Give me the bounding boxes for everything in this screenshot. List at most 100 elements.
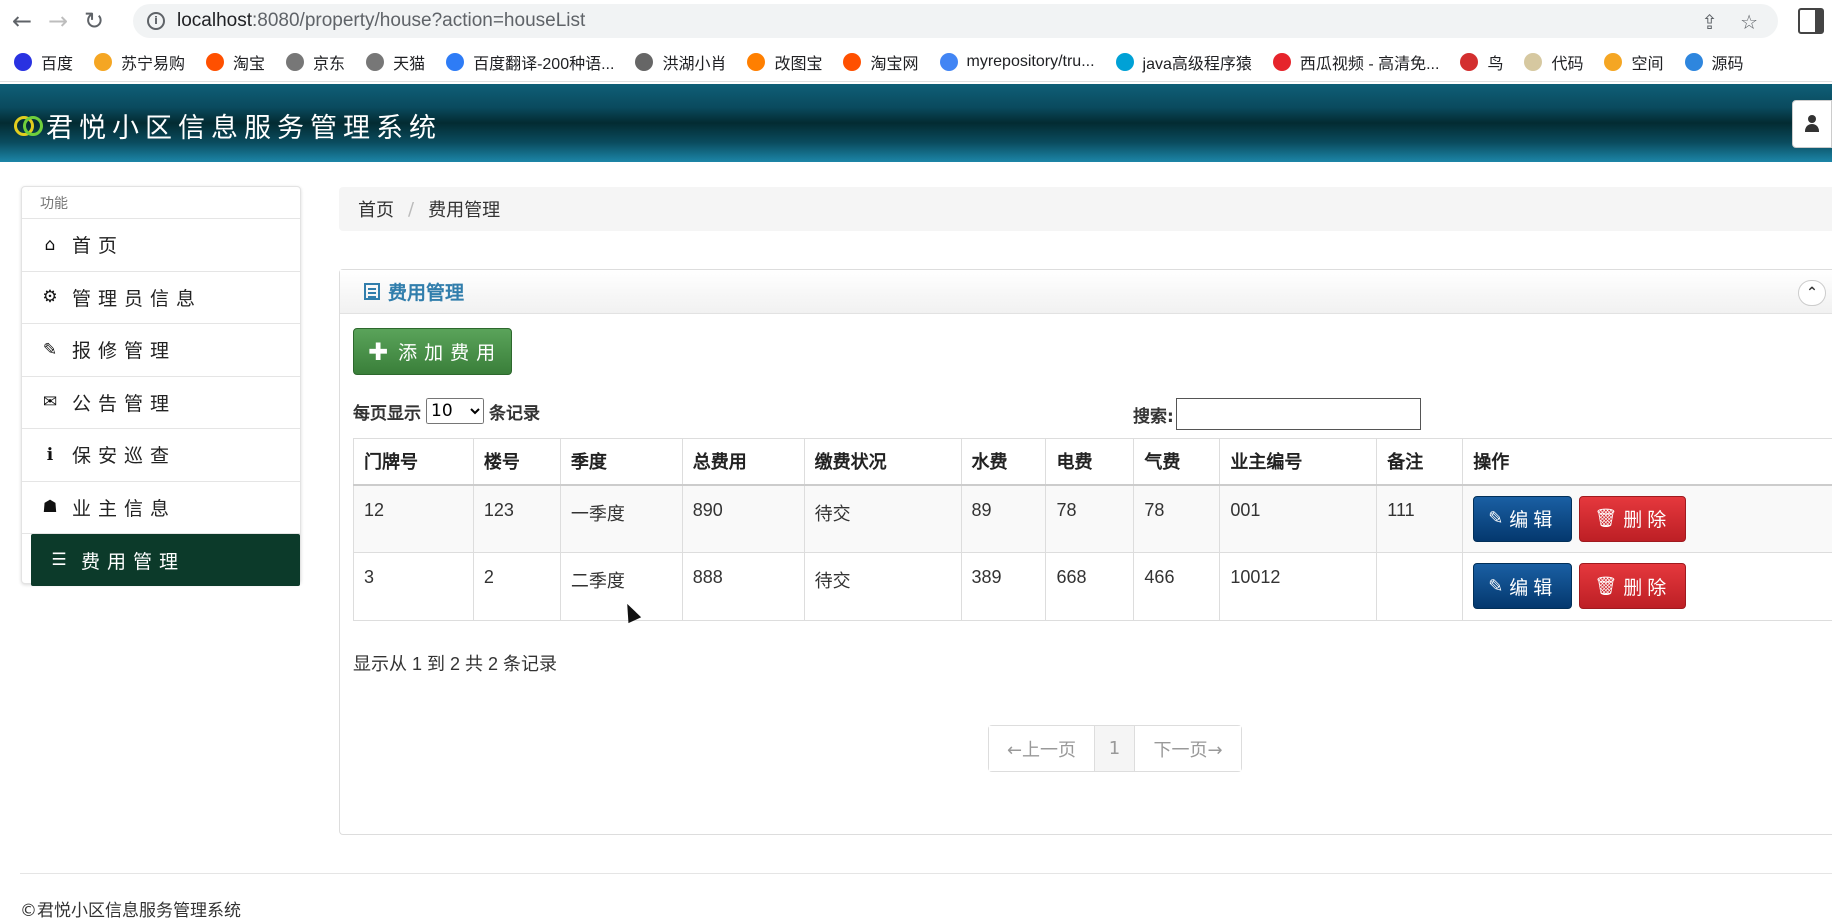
prev-page-button[interactable]: ←上一页 <box>989 726 1095 771</box>
bookmark-item[interactable]: 源码 <box>1685 50 1744 74</box>
side-panel-icon[interactable] <box>1798 8 1824 34</box>
user-menu-button[interactable] <box>1792 100 1832 148</box>
next-page-button[interactable]: 下一页→ <box>1135 726 1241 771</box>
table-cell: 10012 <box>1220 553 1377 621</box>
column-header[interactable]: 总费用 <box>682 439 804 485</box>
bookmark-favicon-icon <box>1460 53 1478 71</box>
bookmark-item[interactable]: 苏宁易购 <box>94 50 185 74</box>
delete-button[interactable]: 🗑删除 <box>1579 496 1686 542</box>
page-length-select[interactable]: 10 <box>426 398 484 424</box>
home-icon: ⌂ <box>40 235 60 255</box>
bookmark-item[interactable]: 西瓜视频 - 高清免... <box>1273 50 1440 74</box>
bookmark-item[interactable]: 百度 <box>14 50 73 74</box>
logo-icon <box>14 112 42 140</box>
page-length-control: 每页显示 10 条记录 <box>353 398 540 424</box>
column-header[interactable]: 水费 <box>961 439 1046 485</box>
bookmark-item[interactable]: 鸟 <box>1460 50 1503 74</box>
panel-title: 费用管理 <box>388 278 464 305</box>
column-header[interactable]: 季度 <box>560 439 682 485</box>
column-header[interactable]: 门牌号 <box>354 439 474 485</box>
reload-icon[interactable]: ↻ <box>76 3 112 39</box>
edit-icon: ✎ <box>1488 508 1503 529</box>
bookmark-item[interactable]: 百度翻译-200种语... <box>446 50 614 74</box>
back-arrow-icon[interactable]: ← <box>4 3 40 39</box>
table-cell: 668 <box>1046 553 1134 621</box>
column-header[interactable]: 备注 <box>1377 439 1463 485</box>
table-cell: 123 <box>473 485 560 553</box>
fee-table: 门牌号楼号季度总费用缴费状况水费电费气费业主编号备注操作 12123一季度890… <box>353 438 1832 621</box>
edit-button[interactable]: ✎编辑 <box>1473 496 1572 542</box>
breadcrumb-home[interactable]: 首页 <box>358 196 394 222</box>
column-header[interactable]: 楼号 <box>473 439 560 485</box>
bookmark-favicon-icon <box>286 53 304 71</box>
table-cell: 466 <box>1134 553 1220 621</box>
sidebar-item[interactable]: ⚙管理员信息 <box>22 272 300 325</box>
bookmark-item[interactable]: myrepository/tru... <box>940 53 1095 71</box>
browser-toolbar: ← → ↻ i localhost:8080/property/house?ac… <box>0 0 1832 42</box>
plus-icon: ✚ <box>368 338 388 366</box>
bookmark-favicon-icon <box>14 53 32 71</box>
app-header: 君悦小区信息服务管理系统 <box>0 84 1832 162</box>
page-number-button[interactable]: 1 <box>1095 726 1135 771</box>
bookmark-item[interactable]: 天猫 <box>366 50 425 74</box>
table-cell: 待交 <box>804 553 961 621</box>
user-icon <box>1805 115 1819 133</box>
bookmark-star-icon[interactable]: ☆ <box>1740 10 1758 34</box>
bookmarks-bar: 百度苏宁易购淘宝京东天猫百度翻译-200种语... 洪湖小肖改图宝淘宝网 myrep… <box>0 42 1832 82</box>
actions-cell: ✎编辑 🗑删除 <box>1463 485 1832 553</box>
trash-icon: 🗑 <box>1594 508 1617 529</box>
bookmark-favicon-icon <box>1116 53 1134 71</box>
search-input[interactable] <box>1176 398 1421 430</box>
edit-icon: ✎ <box>1488 576 1503 597</box>
address-bar[interactable]: i localhost:8080/property/house?action=h… <box>133 4 1778 38</box>
list-icon: ☰ <box>49 550 69 570</box>
breadcrumb-separator: / <box>408 199 414 220</box>
bookmark-item[interactable]: 代码 <box>1524 50 1583 74</box>
bookmark-item[interactable]: 京东 <box>286 50 345 74</box>
share-icon[interactable]: ⇪ <box>1701 10 1718 34</box>
sidebar-item[interactable]: ☰费用管理 <box>31 534 300 586</box>
table-cell: 3 <box>354 553 474 621</box>
column-header[interactable]: 缴费状况 <box>804 439 961 485</box>
column-header[interactable]: 业主编号 <box>1220 439 1377 485</box>
table-cell: 89 <box>961 485 1046 553</box>
bookmark-item[interactable]: 空间 <box>1604 50 1663 74</box>
table-cell: 78 <box>1046 485 1134 553</box>
sidebar-item[interactable]: ✎报修管理 <box>22 324 300 377</box>
collapse-button[interactable]: ⌃ <box>1798 280 1826 306</box>
envelope-icon: ✉ <box>40 392 60 412</box>
fee-panel: 费用管理 ⌃ ✚ 添加费用 每页显示 10 条记录 搜索: 门牌号楼号季度总费用… <box>339 269 1832 835</box>
column-header[interactable]: 电费 <box>1046 439 1134 485</box>
search-control: 搜索: <box>1133 398 1421 430</box>
add-fee-button[interactable]: ✚ 添加费用 <box>353 328 512 375</box>
bookmark-item[interactable]: java高级程序猿 <box>1116 50 1252 74</box>
table-cell: 888 <box>682 553 804 621</box>
table-cell: 890 <box>682 485 804 553</box>
bookmark-favicon-icon <box>635 53 653 71</box>
table-cell: 一季度 <box>560 485 682 553</box>
site-info-icon[interactable]: i <box>147 12 165 30</box>
footer-text: ©君悦小区信息服务管理系统 <box>20 896 241 921</box>
sidebar-item[interactable]: ℹ保安巡查 <box>22 429 300 482</box>
bookmark-item[interactable]: 洪湖小肖 <box>635 50 726 74</box>
table-row: 32二季度888待交38966846610012✎编辑 🗑删除 <box>354 553 1832 621</box>
table-cell: 389 <box>961 553 1046 621</box>
chevron-up-icon: ⌃ <box>1806 285 1818 301</box>
wrench-icon: ✎ <box>40 340 60 360</box>
bookmark-item[interactable]: 淘宝 <box>206 50 265 74</box>
edit-button[interactable]: ✎编辑 <box>1473 563 1572 609</box>
bookmark-item[interactable]: 改图宝 <box>747 50 822 74</box>
column-header[interactable]: 操作 <box>1463 439 1832 485</box>
bookmark-item[interactable]: 淘宝网 <box>843 50 918 74</box>
bookmark-favicon-icon <box>1604 53 1622 71</box>
delete-button[interactable]: 🗑删除 <box>1579 563 1686 609</box>
bookmark-favicon-icon <box>940 53 958 71</box>
sidebar-item[interactable]: ☗业主信息 <box>22 482 300 535</box>
table-cell: 二季度 <box>560 553 682 621</box>
sidebar-item[interactable]: ⌂首页 <box>22 219 300 272</box>
table-cell: 待交 <box>804 485 961 553</box>
column-header[interactable]: 气费 <box>1134 439 1220 485</box>
forward-arrow-icon[interactable]: → <box>40 3 76 39</box>
sidebar-item[interactable]: ✉公告管理 <box>22 377 300 430</box>
app-title: 君悦小区信息服务管理系统 <box>14 106 442 145</box>
